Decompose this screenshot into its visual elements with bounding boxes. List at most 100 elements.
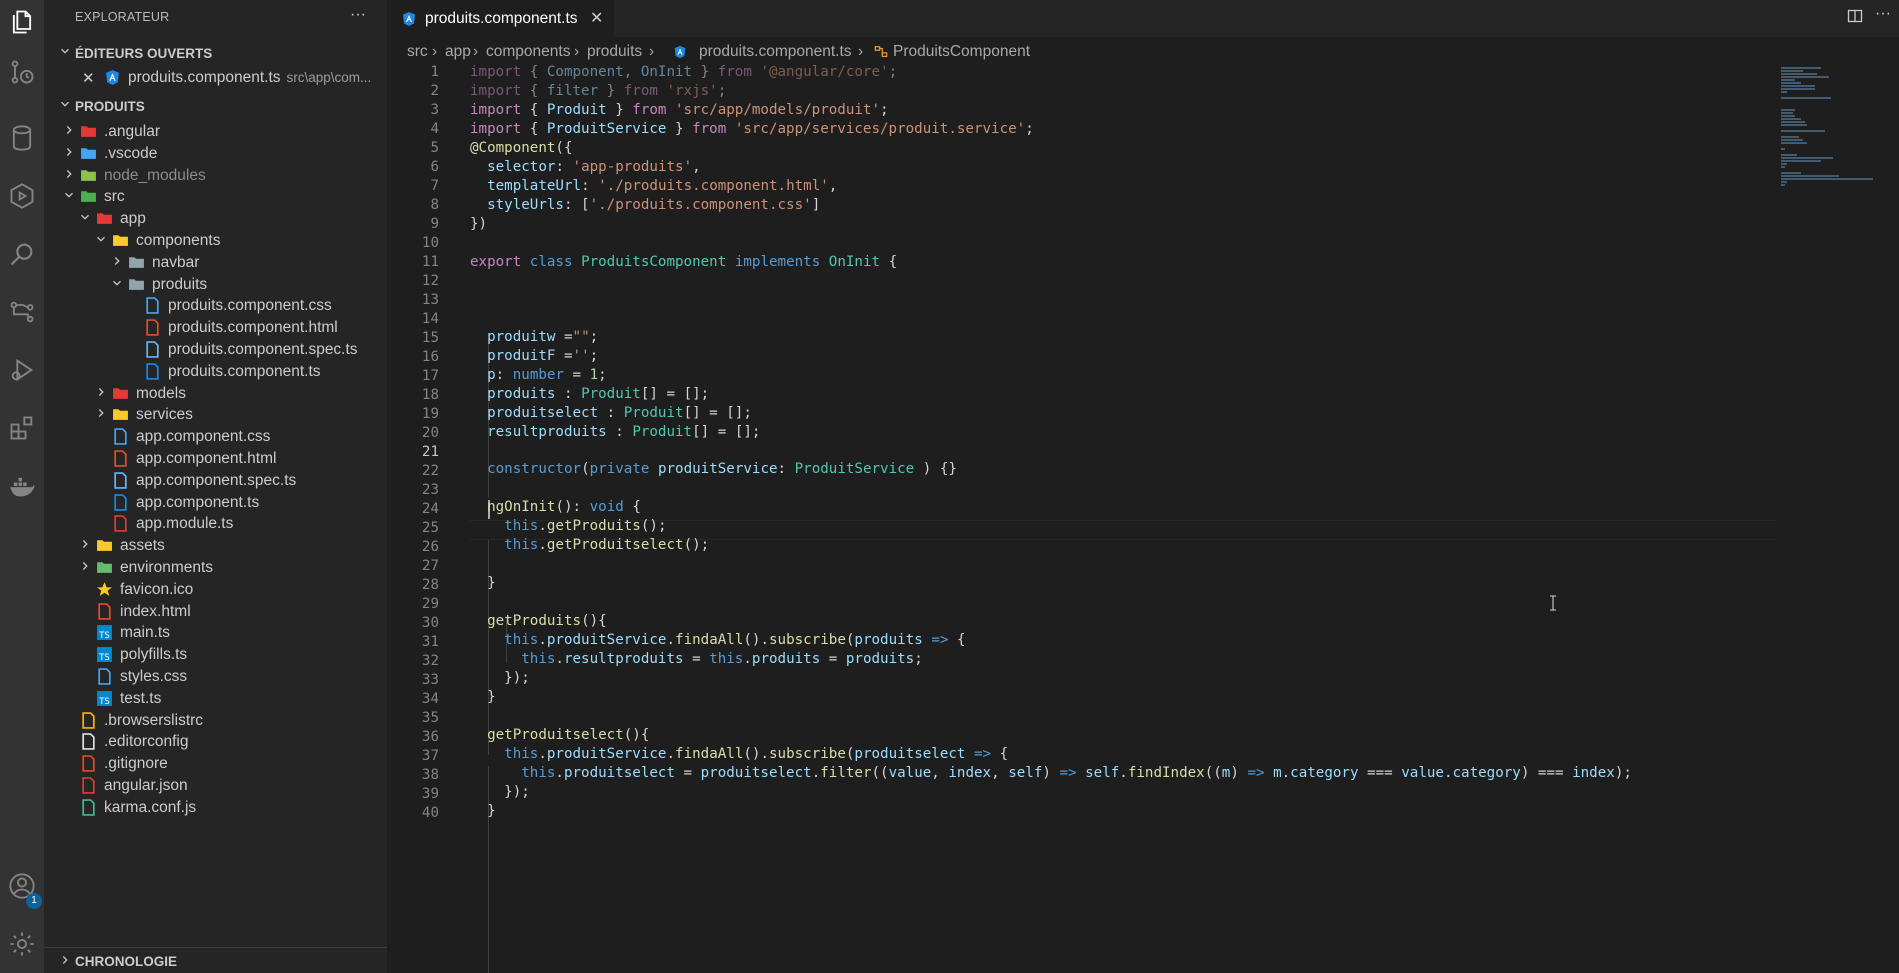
src-folder-icon (80, 188, 97, 205)
explorer-more-button[interactable]: ··· (350, 6, 366, 24)
minimap-line (1781, 82, 1801, 84)
test-file-icon (112, 472, 129, 489)
line-number: 23 (421, 482, 439, 498)
chevron-right-icon (94, 406, 108, 420)
breadcrumb-produits[interactable]: produits (587, 43, 642, 61)
code-editor[interactable]: 1 2 3 4 5 6 7 8 9 10 11 12 13 14 15 16 17 18 19 20 21 22 23 24 2… (387, 63, 1777, 973)
ts-file-icon: TS (96, 624, 113, 641)
minimap-line (1781, 157, 1833, 159)
angular-component-icon (104, 69, 121, 86)
tree-item-label: navbar (152, 253, 200, 271)
database-icon[interactable] (8, 124, 36, 152)
minimap-line (1781, 85, 1815, 87)
tree-item-label: app.module.ts (136, 515, 234, 533)
line-number: 34 (421, 691, 439, 707)
services-folder-icon (112, 406, 129, 423)
line-number: 18 (421, 387, 439, 403)
tab-produits-component[interactable]: produits.component.ts ✕ (387, 0, 614, 37)
line-number: 29 (421, 596, 439, 612)
tree-item-label: angular.json (104, 777, 188, 794)
breadcrumb-class[interactable]: ProduitsComponent (893, 43, 1030, 61)
tree-item-label: test.ts (120, 689, 162, 707)
tree-item[interactable]: karma.conf.js (44, 795, 387, 821)
search-icon[interactable] (8, 240, 36, 268)
extensions-icon[interactable] (8, 414, 36, 442)
minimap[interactable] (1777, 63, 1899, 973)
breadcrumb-app[interactable]: app (445, 43, 471, 61)
code-line: @Component({ (470, 140, 573, 156)
code-line: this.produitService.findaAll().subscribe… (504, 746, 1009, 762)
minimap-line (1781, 76, 1829, 78)
tree-item-label: .editorconfig (104, 733, 189, 751)
angular-folder-icon (80, 123, 97, 140)
line-number: 20 (421, 425, 439, 441)
breadcrumb-separator: › (473, 43, 479, 60)
editor-more-button[interactable]: ··· (1875, 5, 1891, 23)
minimap-line (1781, 73, 1817, 75)
tab-close-icon[interactable]: ✕ (590, 8, 603, 28)
code-line: import { Produit } from 'src/app/models/… (470, 102, 889, 118)
line-number: 12 (421, 273, 439, 289)
breadcrumb-src[interactable]: src (407, 43, 428, 61)
code-line: produitF =''; (487, 348, 599, 364)
line-number: 24 (421, 501, 439, 517)
code-line: } (470, 689, 496, 705)
git-graph-icon[interactable] (8, 298, 36, 326)
project-label: PRODUITS (75, 99, 145, 114)
angular-module-icon (112, 515, 129, 533)
code-line: }); (470, 670, 530, 686)
chevron-down-icon (78, 210, 92, 224)
minimap-line (1781, 175, 1839, 177)
settings-gear-icon[interactable] (8, 930, 36, 958)
line-number: 15 (421, 330, 439, 346)
svg-text:TS: TS (98, 631, 110, 641)
line-number: 25 (421, 520, 439, 536)
tree-item-label: produits (152, 275, 208, 293)
line-number: 14 (421, 311, 439, 327)
line-number: 10 (421, 235, 439, 251)
source-control-icon[interactable] (8, 58, 36, 86)
browserslist-icon (80, 711, 97, 729)
minimap-line (1781, 184, 1785, 186)
line-number: 39 (421, 786, 439, 802)
tree-item-label: app (120, 210, 146, 228)
svg-text:TS: TS (98, 653, 110, 663)
files-icon[interactable] (8, 8, 36, 36)
run-debug-icon[interactable] (8, 182, 36, 210)
open-editors-header[interactable]: ÉDITEURS OUVERTS (44, 40, 387, 66)
breadcrumb-components[interactable]: components (486, 43, 570, 61)
timeline-label: CHRONOLOGIE (75, 954, 178, 969)
breadcrumb-separator: › (649, 43, 655, 60)
favicon-star-icon (96, 581, 113, 598)
line-number: 2 (430, 83, 439, 99)
activity-bar: 1 (0, 0, 44, 973)
code-line: export class ProduitsComponent implement… (470, 254, 898, 270)
chevron-right-icon (62, 123, 76, 137)
minimap-line (1781, 172, 1801, 174)
open-editor-item[interactable]: ✕ produits.component.ts src\app\com... (44, 65, 387, 91)
tree-item-label: app.component.css (136, 428, 271, 446)
code-line: } (470, 803, 496, 819)
project-header[interactable]: PRODUITS (44, 93, 387, 119)
breadcrumb-file[interactable]: produits.component.ts (699, 43, 852, 61)
minimap-line (1781, 91, 1787, 93)
split-editor-icon[interactable] (1847, 8, 1863, 29)
html-file-icon (144, 319, 161, 336)
timeline-header[interactable]: CHRONOLOGIE (44, 947, 387, 973)
code-line: ngOnInit(): void { (487, 499, 641, 515)
debug-icon[interactable] (8, 356, 36, 384)
tree-item-label: .browserslistrc (104, 711, 204, 729)
tree-item-label: src (104, 188, 125, 206)
line-number: 33 (421, 672, 439, 688)
ts-file-icon: TS (96, 690, 113, 707)
minimap-line (1781, 115, 1795, 117)
minimap-line (1781, 121, 1805, 123)
close-icon[interactable]: ✕ (82, 69, 95, 87)
node-folder-icon (80, 167, 97, 184)
angular-component-icon (673, 45, 687, 64)
docker-icon[interactable] (8, 472, 36, 500)
line-number: 26 (421, 539, 439, 555)
line-number: 30 (421, 615, 439, 631)
minimap-line (1781, 181, 1787, 183)
breadcrumb-separator: › (858, 43, 864, 60)
